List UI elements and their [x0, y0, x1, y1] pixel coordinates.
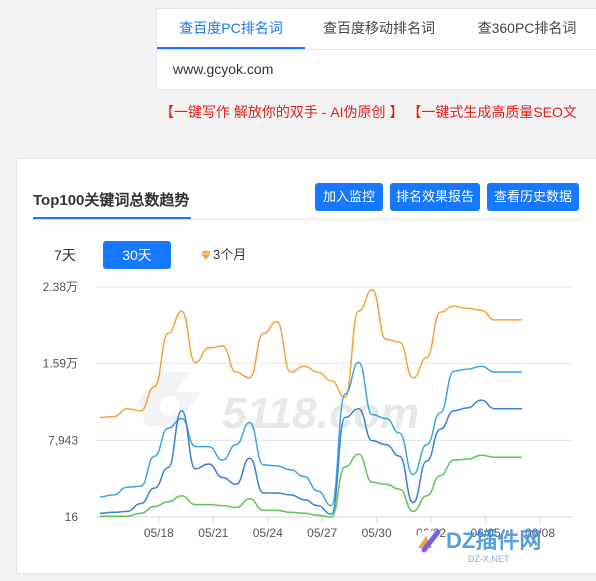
watermark-text: 5118.com: [222, 389, 419, 438]
y-tick-label: 7,943: [48, 433, 78, 447]
x-tick-label: 05/27: [307, 526, 337, 540]
series-line-4: [99, 453, 522, 518]
x-tick-label: 05/21: [198, 526, 228, 540]
trend-line-chart: 5118.com 2.38万 1.59万 7,943 16 05/18 05/21 05/…: [43, 280, 572, 540]
dz-plugin-watermark: DZ插件网 DZ-X.NET: [414, 528, 541, 564]
badge-title: DZ插件网: [446, 528, 541, 553]
y-tick-label: 2.38万: [43, 280, 78, 294]
x-tick-label: 05/24: [253, 526, 283, 540]
watermark-5118: 5118.com: [138, 372, 419, 438]
badge-subtitle: DZ-X.NET: [468, 554, 510, 564]
x-tick-label: 05/18: [144, 526, 174, 540]
x-tick-label: 05/30: [362, 526, 392, 540]
y-tick-label: 1.59万: [43, 356, 78, 370]
y-tick-label: 16: [65, 510, 79, 524]
